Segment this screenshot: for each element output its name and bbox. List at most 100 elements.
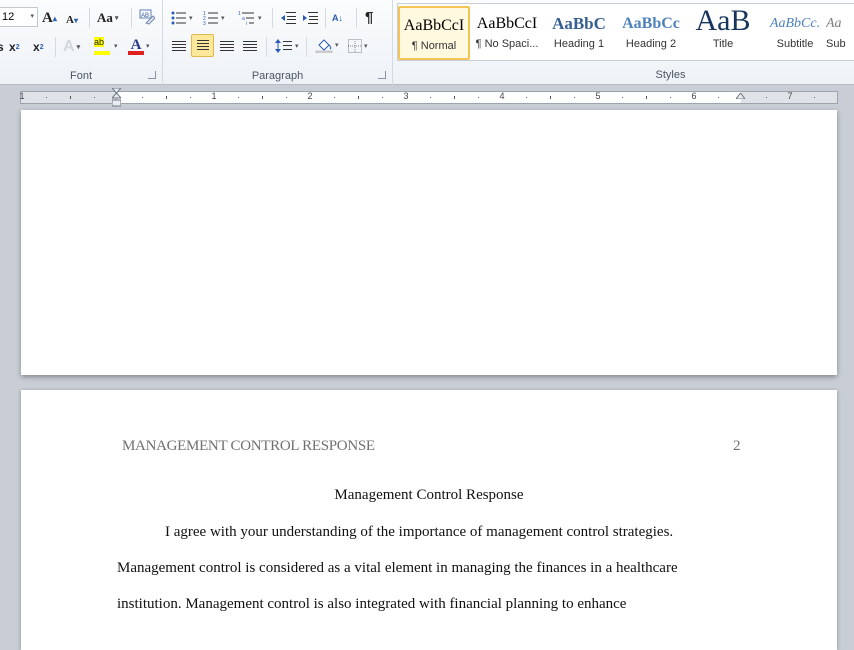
align-center-icon — [196, 40, 209, 51]
font-size-combo[interactable]: 12 ▾ — [0, 7, 38, 27]
svg-text:1: 1 — [238, 11, 241, 17]
ruler-tick — [382, 97, 383, 98]
font-size-value: 12 — [2, 11, 15, 23]
decrease-indent-button[interactable] — [280, 7, 296, 29]
ruler-number: 6 — [691, 91, 697, 101]
page-number: 2 — [733, 438, 741, 454]
strikethrough-button[interactable]: s — [0, 36, 4, 58]
ruler-tick — [622, 97, 623, 98]
show-hide-button[interactable]: ¶ — [365, 6, 373, 28]
shrink-font-button[interactable]: A ▾ — [66, 9, 78, 31]
align-center-button[interactable] — [191, 34, 214, 57]
pilcrow-icon: ¶ — [365, 8, 374, 26]
running-header: MANAGEMENT CONTROL RESPONSE — [122, 438, 375, 454]
svg-text:i: i — [246, 21, 247, 25]
indent-marker-icon[interactable] — [112, 88, 121, 108]
shading-button[interactable]: ▾ — [315, 34, 339, 56]
ruler-number: 7 — [787, 91, 793, 101]
ruler-bar: 1 1 2 3 4 5 6 7 — [19, 91, 838, 104]
align-left-button[interactable] — [172, 35, 186, 57]
ruler-tick — [670, 97, 671, 98]
decrease-indent-icon — [281, 12, 296, 24]
style-heading-1[interactable]: AaBbC Heading 1 — [543, 6, 615, 60]
ruler-tick — [286, 97, 287, 98]
paragraph-line: institution. Management control is also … — [117, 596, 627, 612]
ruler-number: 1 — [211, 91, 217, 101]
font-group-label: Font — [69, 70, 92, 82]
ruler-tick — [238, 97, 239, 98]
subscript-button[interactable]: x2 — [9, 36, 20, 58]
paragraph-line: I agree with your understanding of the i… — [165, 524, 674, 540]
font-dialog-launcher-icon[interactable] — [148, 71, 156, 79]
increase-indent-icon — [303, 12, 318, 24]
separator — [272, 8, 273, 28]
ruler-tick — [718, 97, 719, 98]
style-title[interactable]: AaB Title — [687, 6, 759, 60]
justify-button[interactable] — [243, 35, 257, 57]
separator — [55, 37, 56, 57]
line-spacing-button[interactable]: ▾ — [275, 35, 299, 57]
ruler-tick — [430, 97, 431, 98]
paragraph-group-label: Paragraph — [251, 70, 304, 82]
paint-bucket-icon — [315, 39, 333, 53]
page-1 — [21, 110, 837, 375]
horizontal-ruler[interactable]: 1 1 2 3 4 5 6 7 — [0, 85, 854, 110]
align-right-button[interactable] — [220, 35, 234, 57]
styles-group-label: Styles — [655, 69, 686, 81]
ruler-tick — [646, 96, 647, 99]
ruler-number: 5 — [595, 91, 601, 101]
bullets-button[interactable]: ▾ — [171, 7, 193, 29]
line-spacing-icon — [275, 39, 292, 53]
style-normal[interactable]: AaBbCcI ¶ Normal — [398, 6, 470, 60]
ruler-number: 1 — [19, 91, 25, 101]
highlight-button[interactable]: ab ▾ — [94, 35, 118, 57]
svg-text:3: 3 — [203, 21, 206, 25]
ruler-tick — [262, 96, 263, 99]
separator — [266, 37, 267, 57]
multilevel-list-icon: 1ai — [238, 11, 254, 25]
ruler-tick — [70, 96, 71, 99]
ruler-tick — [94, 97, 95, 98]
page-2: MANAGEMENT CONTROL RESPONSE 2 Management… — [21, 390, 837, 650]
separator — [356, 8, 357, 28]
paragraph-group: ▾ 1 2 3 ▾ 1 a i ▾ A↓ ¶ ▾ ▾ ▾ Paragraph — [163, 0, 393, 85]
font-color-button[interactable]: A ▾ — [128, 35, 150, 57]
increase-indent-button[interactable] — [302, 7, 318, 29]
chevron-down-icon: ▾ — [30, 13, 34, 20]
styles-gallery: AaBbCcI ¶ Normal AaBbCcI ¶ No Spaci... AaB… — [397, 3, 854, 61]
grow-font-button[interactable]: A ▴ — [42, 7, 57, 29]
ruler-number: 4 — [499, 91, 505, 101]
right-indent-marker-icon[interactable] — [736, 93, 745, 99]
numbering-button[interactable]: 1 2 3 ▾ — [203, 7, 225, 29]
superscript-button[interactable]: x2 — [33, 36, 44, 58]
style-subtle-emphasis[interactable]: Aa Sub — [826, 6, 854, 60]
text-effects-button[interactable]: A ▾ — [63, 36, 80, 58]
numbering-icon: 123 — [203, 11, 218, 25]
ruler-tick — [334, 97, 335, 98]
paragraph-line: Management control is considered as a vi… — [117, 560, 678, 576]
sort-button[interactable]: A↓ — [332, 7, 343, 29]
ruler-tick — [526, 97, 527, 98]
multilevel-list-button[interactable]: 1 a i ▾ — [238, 7, 262, 29]
ruler-tick — [190, 97, 191, 98]
ruler-tick — [814, 97, 815, 98]
ruler-tick — [574, 97, 575, 98]
change-case-button[interactable]: Aa ▾ — [97, 7, 118, 29]
ruler-tick — [478, 97, 479, 98]
ruler-tick — [550, 96, 551, 99]
clear-formatting-icon[interactable]: AB — [138, 6, 156, 28]
borders-button[interactable]: ▾ — [348, 35, 368, 57]
paragraph-dialog-launcher-icon[interactable] — [378, 71, 386, 79]
style-heading-2[interactable]: AaBbCc Heading 2 — [615, 6, 687, 60]
ruler-tick — [358, 96, 359, 99]
svg-text:a: a — [242, 16, 245, 22]
ruler-number: 2 — [307, 91, 313, 101]
font-group: 12 ▾ A ▴ A ▾ Aa ▾ AB s x2 x2 A ▾ ab ▾ A ▾ Font — [0, 0, 163, 85]
style-no-spacing[interactable]: AaBbCcI ¶ No Spaci... — [471, 6, 543, 60]
ruler-tick — [766, 97, 767, 98]
style-subtitle[interactable]: AaBbCc. Subtitle — [759, 6, 831, 60]
svg-text:AB: AB — [141, 13, 149, 19]
ribbon: 12 ▾ A ▴ A ▾ Aa ▾ AB s x2 x2 A ▾ ab ▾ A ▾ Font … — [0, 0, 854, 85]
bullets-icon — [171, 11, 186, 25]
separator — [325, 8, 326, 28]
